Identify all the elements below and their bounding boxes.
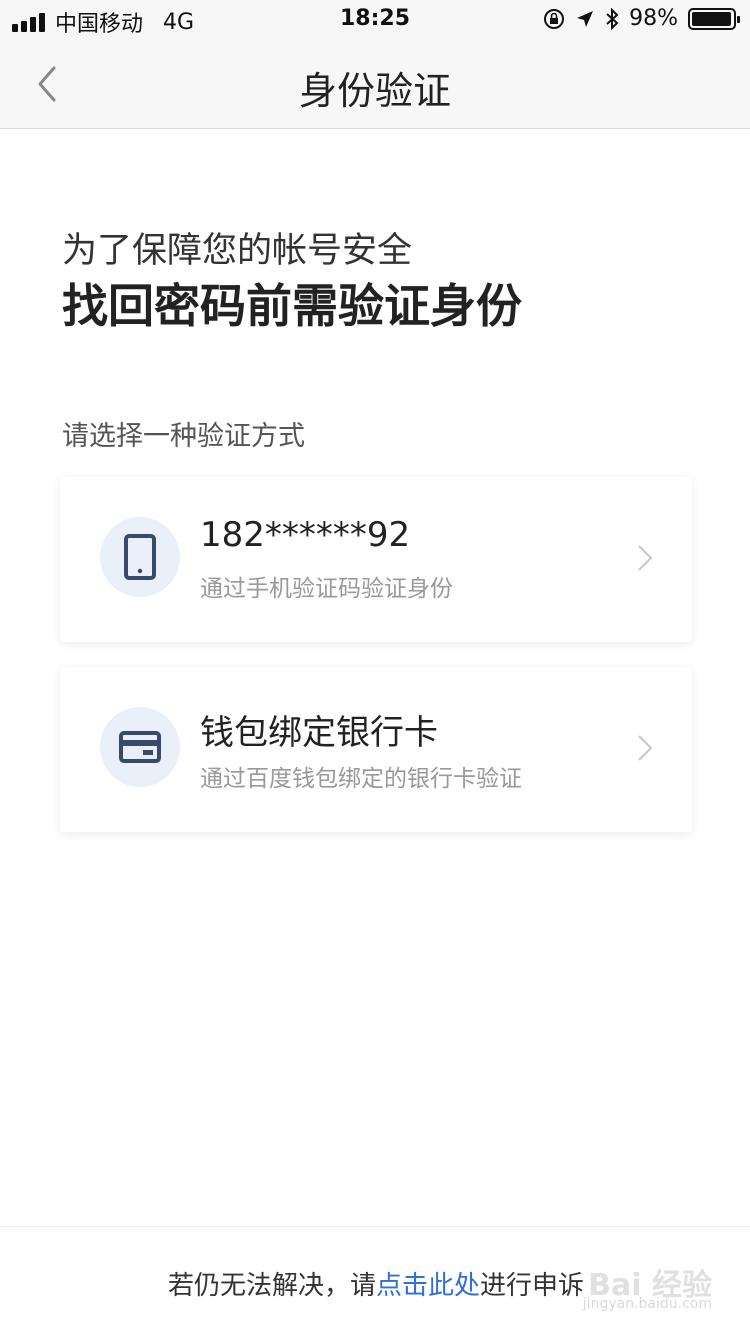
bank-card-title: 钱包绑定银行卡 [200,713,438,753]
section-label: 请选择一种验证方式 [62,421,305,452]
navigation-bar: 身份验证 [0,40,750,129]
status-bar: 中国移动 4G 18:25 98% [0,0,750,40]
baidu-jingyan-watermark: Bai 经验 jingyan.baidu.com [582,1260,712,1320]
verify-by-bank-card-option[interactable]: 钱包绑定银行卡 通过百度钱包绑定的银行卡验证 [60,667,692,832]
page-title: 身份验证 [298,69,451,113]
phone-number: 182******92 [200,515,411,555]
phone-option-description: 通过手机验证码验证身份 [200,576,453,602]
watermark-url: jingyan.baidu.com [582,1296,712,1312]
header-line-1: 为了保障您的帐号安全 [62,231,413,271]
appeal-suffix: 进行申诉 [480,1271,585,1301]
chevron-right-icon [638,545,653,571]
header-line-2: 找回密码前需验证身份 [62,279,522,333]
verify-by-phone-option[interactable]: 182******92 通过手机验证码验证身份 [60,477,692,642]
phone-icon-circle [100,517,180,597]
battery-percent: 98% [629,6,678,31]
appeal-link[interactable]: 点击此处 [376,1271,480,1301]
battery-icon [688,7,740,30]
rotation-lock-icon [544,8,565,29]
status-right: 98% [543,6,740,31]
phone-icon [124,534,156,580]
bluetooth-icon [606,7,619,30]
bank-card-option-description: 通过百度钱包绑定的银行卡验证 [200,766,522,792]
location-icon [577,10,594,27]
chevron-right-icon [638,735,653,761]
appeal-text: 若仍无法解决，请点击此处进行申诉 [168,1265,584,1302]
battery-fill [692,11,732,26]
appeal-prefix: 若仍无法解决，请 [168,1271,377,1301]
bank-card-icon [119,731,161,763]
bank-card-icon-circle [100,707,180,787]
